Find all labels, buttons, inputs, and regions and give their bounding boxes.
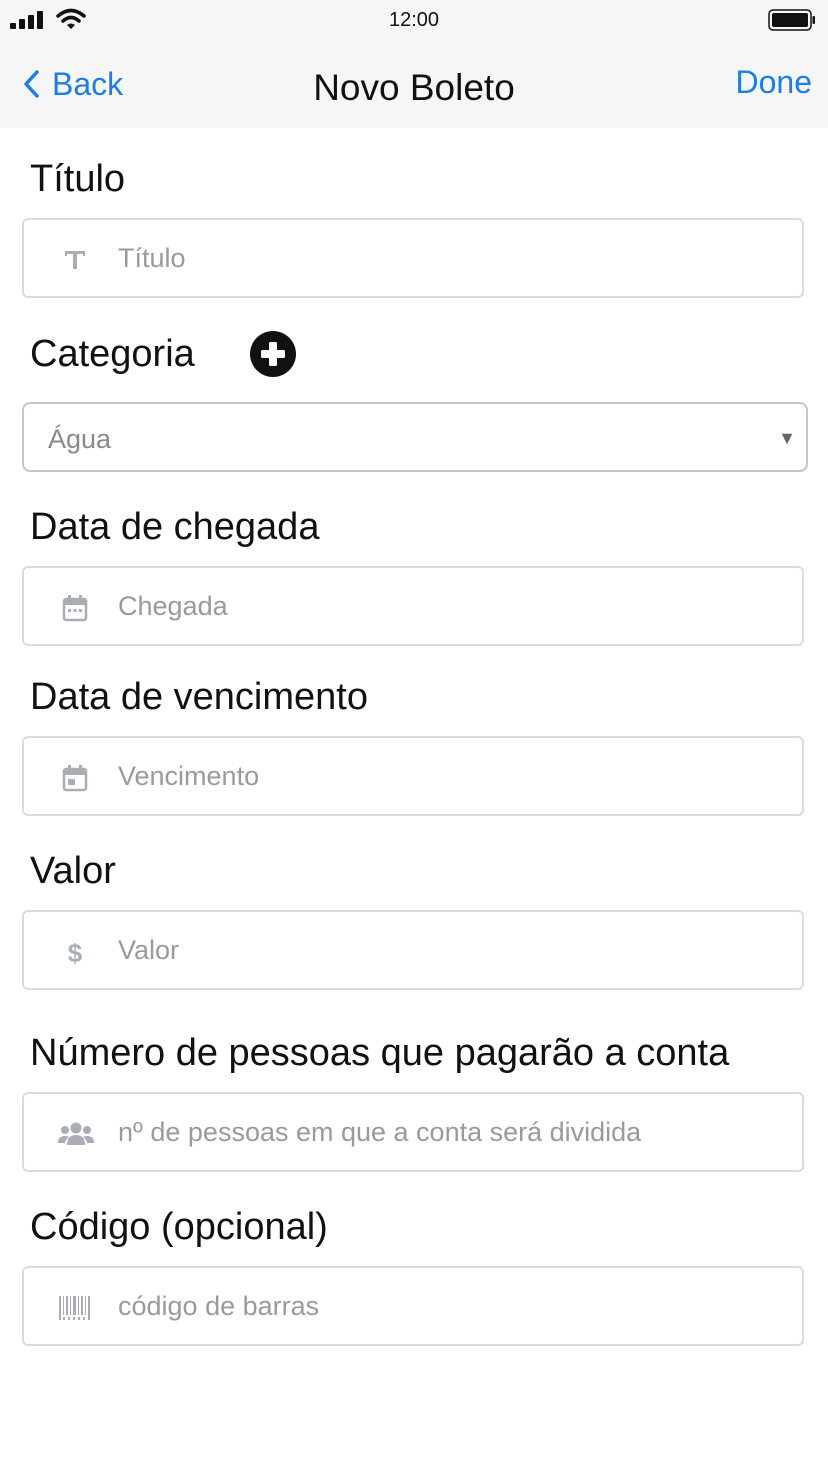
plus-circle-icon[interactable] [249, 330, 297, 378]
people-label: Número de pessoas que pagarão a conta [30, 1032, 730, 1074]
calendar-icon [60, 594, 90, 622]
text-icon [60, 246, 90, 274]
code-label: Código (opcional) [30, 1206, 328, 1248]
amount-input-box[interactable]: $ [22, 910, 804, 990]
category-label: Categoria [30, 332, 195, 375]
category-label-row: Categoria [30, 330, 297, 378]
status-bar: 12:00 [0, 0, 828, 40]
due-date-input-box[interactable] [22, 736, 804, 816]
svg-text:$: $ [68, 938, 83, 966]
people-input-box[interactable] [22, 1092, 804, 1172]
navigation-bar: Back Novo Boleto Done [0, 40, 828, 128]
arrival-date-label: Data de chegada [30, 506, 320, 548]
code-input-box[interactable] [22, 1266, 804, 1346]
calendar-icon [60, 764, 90, 792]
arrival-date-input-box[interactable] [22, 566, 804, 646]
people-input[interactable] [118, 1094, 778, 1170]
title-input[interactable] [118, 220, 778, 296]
amount-input[interactable] [118, 912, 778, 988]
arrival-date-input[interactable] [118, 568, 778, 644]
title-input-box[interactable] [22, 218, 804, 298]
users-icon [58, 1120, 94, 1148]
battery-icon [768, 9, 815, 31]
page-title: Novo Boleto [313, 67, 515, 108]
due-date-input[interactable] [118, 738, 778, 814]
chevron-down-icon: ▼ [778, 428, 796, 448]
title-label: Título [30, 158, 126, 200]
barcode-icon [58, 1294, 94, 1322]
category-selected-value: Água [48, 424, 112, 454]
due-date-label: Data de vencimento [30, 676, 368, 718]
done-button[interactable]: Done [736, 64, 813, 101]
code-input[interactable] [118, 1268, 778, 1344]
dollar-icon: $ [60, 938, 90, 966]
category-select[interactable]: Água ▼ [22, 402, 808, 472]
status-time: 12:00 [388, 9, 440, 31]
amount-label: Valor [30, 850, 116, 892]
